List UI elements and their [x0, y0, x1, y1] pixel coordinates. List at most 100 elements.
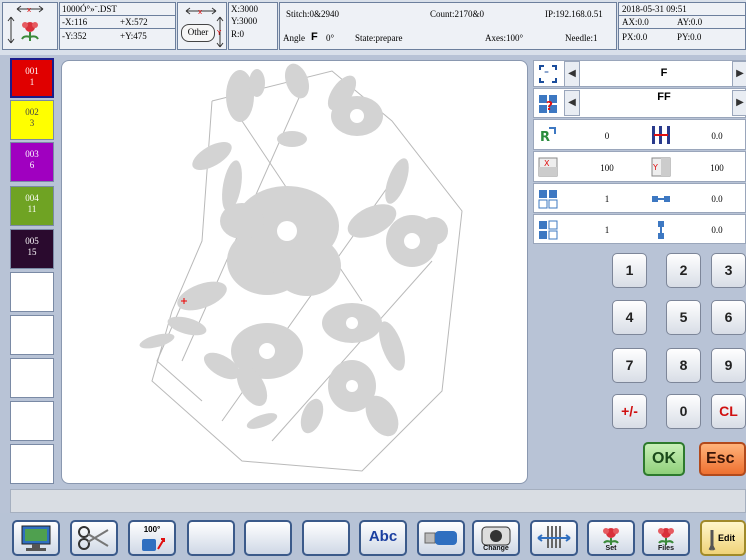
mirror-x-icon[interactable] [650, 124, 672, 146]
design-filename: 1000Ó°»¨.DST [62, 4, 117, 14]
y-minus: -Y:352 [62, 31, 87, 41]
key-0[interactable]: 0 [666, 394, 701, 429]
color-slot-3[interactable]: 003 6 [10, 142, 54, 182]
pos-y: Y:3000 [231, 16, 258, 26]
abc-label: Abc [368, 528, 398, 545]
edit-button[interactable]: Edit [700, 520, 746, 556]
monitor-button[interactable] [12, 520, 60, 556]
rotate-value: 0 [604, 131, 610, 141]
key-4[interactable]: 4 [612, 300, 647, 335]
frame-select-row: = ◀ F ▶ [533, 60, 746, 87]
svg-text:x: x [198, 8, 202, 16]
color-slot-needle: 11 [27, 204, 37, 214]
key-plus-minus[interactable]: +/- [612, 394, 647, 429]
scissors-icon [78, 526, 109, 550]
speed-icon [142, 538, 165, 551]
design-canvas[interactable] [61, 60, 528, 484]
scale-x-icon[interactable]: X [537, 156, 559, 178]
toolbar-blank-2[interactable] [244, 520, 292, 556]
ax-value: AX:0.0 [622, 17, 649, 27]
monitor-icon [21, 525, 51, 551]
color-slot-5[interactable]: 005 15 [10, 229, 54, 269]
angle-value: 0° [326, 33, 335, 43]
change-icon [481, 526, 511, 546]
key-5[interactable]: 5 [666, 300, 701, 335]
direction-next-button[interactable]: ▶ [732, 90, 746, 116]
rotate-mirror-row: R 0 0.0 [533, 119, 746, 150]
speed-button[interactable]: 100° [128, 520, 176, 556]
direction-prev-button[interactable]: ◀ [564, 90, 580, 116]
color-slot-1[interactable]: 001 1 [10, 58, 54, 98]
key-9[interactable]: 9 [711, 348, 746, 383]
toolbar-blank-1[interactable] [187, 520, 235, 556]
files-label: Files [658, 545, 674, 552]
pencil-icon [708, 530, 716, 551]
scale-y-value: 100 [710, 163, 724, 173]
repeat-grid-icon[interactable] [537, 188, 559, 210]
speed-label: 100° [143, 525, 161, 534]
edit-label: Edit [718, 533, 735, 543]
rotate-icon[interactable]: R [537, 124, 559, 146]
files-button[interactable]: Files [642, 520, 690, 556]
color-slot-needle: 15 [27, 247, 37, 257]
key-clear[interactable]: CL [711, 394, 746, 429]
color-slot-empty[interactable] [10, 272, 54, 312]
py-value: PY:0.0 [677, 32, 702, 42]
frame-move-icon: x [7, 5, 44, 44]
repeat-x-row: 1 0.0 [533, 183, 746, 213]
direction-select-row: ? ◀ FF ▶ [533, 88, 746, 118]
scale-row: X 100 Y 100 [533, 151, 746, 182]
frame-letter: F [660, 67, 668, 79]
other-cell: x Other Y [177, 2, 227, 50]
needles-icon [537, 526, 571, 548]
x-minus: -X:116 [62, 17, 88, 27]
set-button[interactable]: Set [587, 520, 635, 556]
color-slot-empty[interactable] [10, 444, 54, 484]
spacing-x-icon[interactable] [650, 188, 672, 210]
key-1[interactable]: 1 [612, 253, 647, 288]
change-button[interactable]: Change [472, 520, 520, 556]
svg-text:x: x [27, 6, 31, 14]
svg-text:Y: Y [652, 163, 658, 172]
key-3[interactable]: 3 [711, 253, 746, 288]
svg-text:=: = [544, 69, 549, 76]
color-slot-2[interactable]: 002 3 [10, 100, 54, 140]
color-slot-number: 002 [25, 107, 39, 117]
toolbar-blank-3[interactable] [302, 520, 350, 556]
ip-address: IP:192.168.0.51 [545, 9, 603, 19]
text-button[interactable]: Abc [359, 520, 407, 556]
color-slot-empty[interactable] [10, 401, 54, 441]
position-cell: X:3000 Y:3000 R:0 [228, 2, 278, 50]
key-7[interactable]: 7 [612, 348, 647, 383]
spacing-x-value: 0.0 [711, 194, 723, 204]
pos-r: R:0 [231, 29, 245, 39]
x-plus: +X:572 [120, 17, 148, 27]
needle-button[interactable] [530, 520, 578, 556]
color-slot-empty[interactable] [10, 358, 54, 398]
pos-x: X:3000 [231, 4, 258, 14]
color-slot-4[interactable]: 004 11 [10, 186, 54, 226]
color-slot-empty[interactable] [10, 315, 54, 355]
ok-button[interactable]: OK [643, 442, 685, 476]
spacing-y-icon[interactable] [650, 219, 672, 241]
frame-prev-button[interactable]: ◀ [564, 61, 580, 87]
frame-next-button[interactable]: ▶ [732, 61, 746, 87]
frame-move-icon-cell[interactable]: x [2, 2, 58, 50]
direction-help-icon: ? [539, 95, 557, 113]
other-button[interactable]: Other [181, 24, 215, 42]
key-8[interactable]: 8 [666, 348, 701, 383]
color-slot-number: 005 [25, 236, 39, 246]
px-value: PX:0.0 [622, 32, 648, 42]
cut-button[interactable] [70, 520, 118, 556]
usb-button[interactable] [417, 520, 465, 556]
status-header: x 1000Ó°»¨.DST -X:116 +X:572 -Y:352 +Y:4… [0, 0, 746, 55]
repeat-grid-y-icon[interactable] [537, 219, 559, 241]
scale-y-icon[interactable]: Y [650, 156, 672, 178]
spacing-y-value: 0.0 [711, 225, 723, 235]
esc-button[interactable]: Esc [699, 442, 746, 476]
count-value: Count:2170&0 [430, 9, 485, 19]
machine-info-cell: Stitch:0&2940 Count:2170&0 IP:192.168.0.… [279, 2, 617, 50]
key-2[interactable]: 2 [666, 253, 701, 288]
key-6[interactable]: 6 [711, 300, 746, 335]
design-bounds-cell: 1000Ó°»¨.DST -X:116 +X:572 -Y:352 +Y:475 [59, 2, 176, 50]
